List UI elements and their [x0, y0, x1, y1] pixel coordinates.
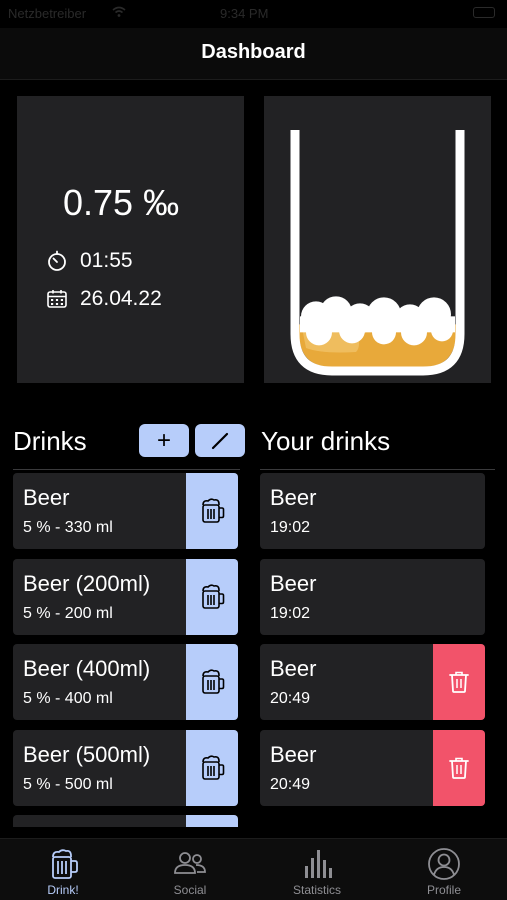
- bac-card: 0.75 ‰: [17, 96, 244, 383]
- status-bar: Netzbetreiber 9:34 PM: [0, 0, 507, 28]
- drink-name: Beer (400ml): [23, 656, 151, 682]
- delete-drink-button[interactable]: [433, 644, 485, 721]
- wifi-icon: [112, 6, 126, 17]
- beer-mug-icon: [202, 498, 225, 523]
- timer-row: 01:55: [46, 249, 133, 273]
- tab-statistics[interactable]: Statistics: [254, 839, 380, 900]
- carrier-name: Netzbetreiber: [8, 6, 87, 21]
- plus-icon: +: [156, 426, 171, 454]
- glass-card: [264, 96, 491, 383]
- drink-name: Beer (500ml): [23, 742, 151, 768]
- drink-item[interactable]: Beer (200ml) 5 % - 200 ml: [13, 558, 238, 635]
- drink-item[interactable]: Beer (400ml) 5 % - 400 ml: [13, 644, 238, 721]
- drinks-divider: [13, 469, 240, 470]
- edit-drinks-button[interactable]: [195, 424, 245, 457]
- log-drink-button[interactable]: [186, 730, 238, 807]
- bar-chart-icon: [305, 850, 332, 878]
- tab-label: Statistics: [292, 883, 341, 897]
- battery-icon: [473, 7, 495, 18]
- logged-drink-name: Beer: [270, 570, 317, 596]
- delete-drink-button[interactable]: [433, 730, 485, 807]
- logged-drink-item[interactable]: Beer 19:02: [260, 558, 485, 635]
- timer-value: 01:55: [80, 249, 133, 272]
- date-value: 26.04.22: [80, 287, 162, 310]
- date-row: 26.04.22: [46, 287, 162, 311]
- add-drink-button[interactable]: +: [139, 424, 189, 457]
- drink-item[interactable]: Beer 5 % - 330 ml: [13, 473, 238, 549]
- page-title: Dashboard: [201, 41, 306, 63]
- logged-drink-item[interactable]: Beer 20:49: [260, 730, 485, 807]
- pencil-icon: [211, 432, 229, 449]
- timer-icon: [48, 250, 66, 271]
- tab-drink[interactable]: Drink!: [0, 839, 126, 900]
- drink-name: Beer (200ml): [23, 570, 151, 596]
- drink-item[interactable]: Beer (500ml) 5 % - 500 ml: [13, 730, 238, 807]
- drink-details: 5 % - 400 ml: [23, 690, 113, 708]
- tab-label: Social: [173, 883, 207, 897]
- drink-details: 5 % - 200 ml: [23, 604, 113, 622]
- foam-band: [300, 316, 455, 333]
- beer-mug-icon: [52, 849, 78, 879]
- bac-value: 0.75 ‰: [63, 182, 180, 223]
- logged-drink-time: 19:02: [270, 604, 311, 622]
- logged-drink-item[interactable]: Beer 20:49: [260, 644, 485, 721]
- logged-drink-time: 20:49: [270, 776, 311, 794]
- tab-bar: Drink! Social Statistics Profile: [0, 838, 507, 900]
- person-circle-icon: [428, 848, 460, 880]
- drink-details: 5 % - 330 ml: [23, 519, 113, 536]
- navigation-bar: Dashboard: [0, 28, 507, 80]
- drink-details: 5 % - 500 ml: [23, 776, 113, 794]
- beer-glass-illustration: [290, 130, 465, 376]
- tab-profile[interactable]: Profile: [381, 839, 507, 900]
- people-icon: [174, 852, 206, 874]
- logged-drink-item[interactable]: Beer 19:02: [260, 473, 485, 549]
- trash-icon: [449, 757, 469, 779]
- your-drinks-section-title: Your drinks: [261, 426, 391, 456]
- logged-drink-name: Beer: [270, 656, 317, 682]
- your-drinks-divider: [260, 469, 495, 470]
- beer-mug-icon: [202, 755, 225, 780]
- log-drink-button[interactable]: [186, 558, 238, 635]
- calendar-icon: [47, 290, 67, 308]
- beer-mug-icon: [202, 669, 225, 695]
- drinks-section-title: Drinks: [13, 426, 87, 456]
- logged-drink-name: Beer: [270, 742, 317, 768]
- status-time: 9:34 PM: [220, 6, 269, 21]
- beer-mug-icon: [202, 584, 225, 609]
- tab-social[interactable]: Social: [127, 839, 253, 900]
- log-drink-button[interactable]: [186, 644, 238, 721]
- tab-label: Drink!: [47, 883, 79, 897]
- logged-drink-name: Beer: [270, 485, 317, 510]
- trash-icon: [449, 672, 469, 694]
- tab-label: Profile: [426, 883, 461, 897]
- drink-item-partial[interactable]: [13, 815, 238, 827]
- log-drink-button[interactable]: [186, 473, 238, 549]
- drink-name: Beer: [23, 485, 70, 510]
- logged-drink-time: 19:02: [270, 519, 311, 536]
- logged-drink-time: 20:49: [270, 690, 311, 708]
